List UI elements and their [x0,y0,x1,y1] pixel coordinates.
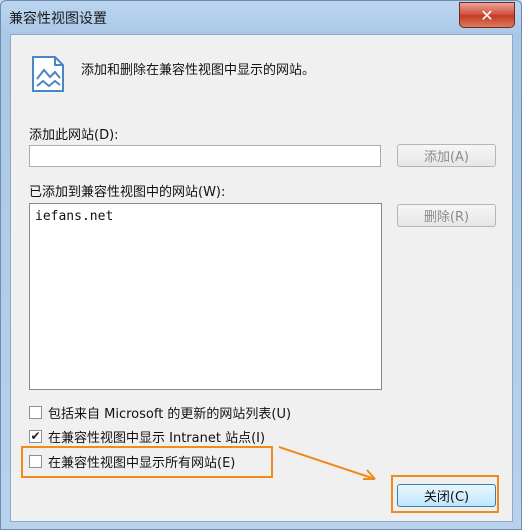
remove-button[interactable]: 删除(R) [397,204,496,227]
window-title: 兼容性视图设置 [9,11,107,27]
checkbox-unchecked[interactable] [29,405,42,419]
close-window-button[interactable]: ✕ [459,2,515,28]
added-sites-label: 已添加到兼容性视图中的网站(W): [29,185,226,200]
picture-icon [32,56,64,92]
add-button[interactable]: 添加(A) [397,144,496,167]
close-icon: ✕ [480,5,494,25]
option-label: 在兼容性视图中显示 Intranet 站点(I) [48,430,266,446]
add-site-input[interactable] [29,145,381,167]
dialog-window: 兼容性视图设置 ✕ 添加和删除在兼容性视图中显示的网站。 添加此网站(D): 添… [0,0,522,530]
checkmark-icon: ✔ [30,429,41,443]
highlight-box-close [391,475,499,513]
added-sites-list[interactable]: iefans.net [29,203,382,390]
highlight-box-show-all [21,446,273,478]
option-label: 包括来自 Microsoft 的更新的网站列表(U) [48,406,292,422]
list-item[interactable]: iefans.net [35,209,113,224]
checkbox-checked[interactable]: ✔ [29,429,42,443]
annotation-arrow-icon [278,446,376,480]
option-include-microsoft-list[interactable]: 包括来自 Microsoft 的更新的网站列表(U) [29,403,292,422]
add-site-label: 添加此网站(D): [29,128,119,143]
hint-text: 添加和删除在兼容性视图中显示的网站。 [81,63,316,78]
option-show-intranet[interactable]: ✔ 在兼容性视图中显示 Intranet 站点(I) [29,427,266,446]
